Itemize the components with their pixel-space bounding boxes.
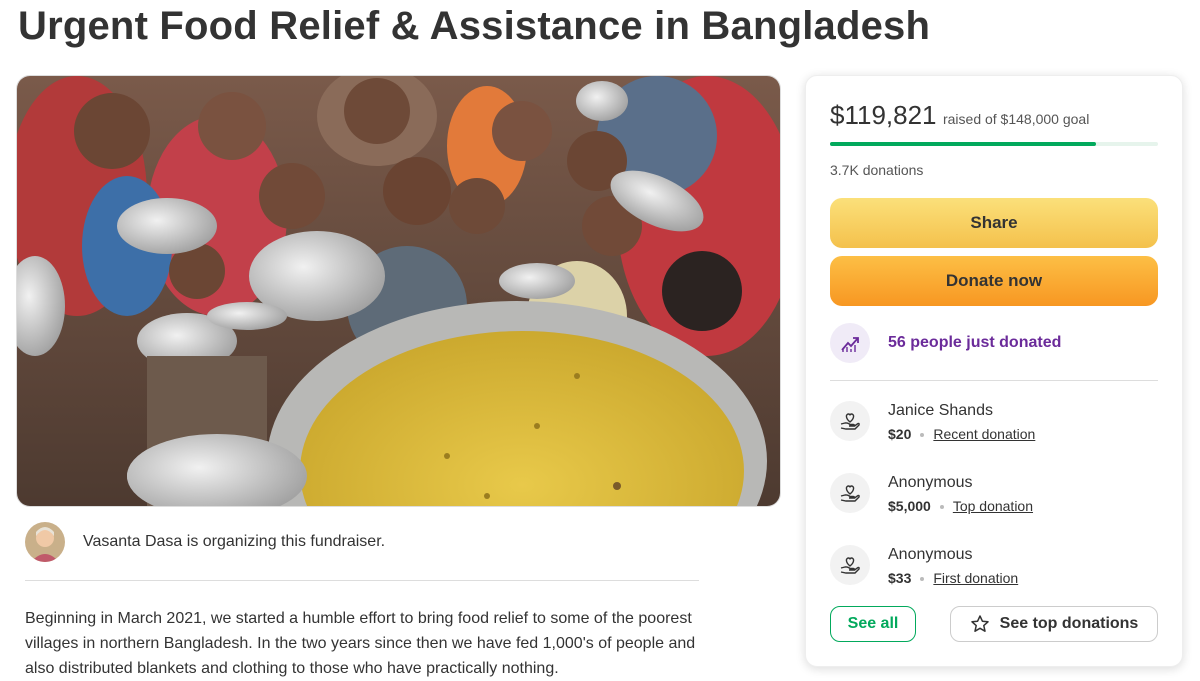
just-donated: 56 people just donated: [830, 323, 1061, 363]
trending-up-icon: [830, 323, 870, 363]
donations-count: 3.7K donations: [830, 162, 924, 178]
separator-dot: [920, 433, 925, 438]
hero-image: [16, 75, 781, 507]
progress-bar: [830, 142, 1158, 146]
page-title: Urgent Food Relief & Assistance in Bangl…: [18, 4, 931, 48]
progress-fill: [830, 142, 1096, 146]
see-top-donations-label: See top donations: [999, 615, 1139, 632]
raised-amount: $119,821: [830, 100, 937, 130]
star-icon: [970, 614, 990, 634]
donation-item: Anonymous $33 First donation: [830, 545, 1018, 588]
donor-name: Janice Shands: [888, 402, 993, 419]
just-donated-text: 56 people just donated: [888, 334, 1062, 351]
see-all-button[interactable]: See all: [830, 606, 916, 642]
see-top-donations-button[interactable]: See top donations: [950, 606, 1158, 642]
organizer-text: Vasanta Dasa is organizing this fundrais…: [83, 533, 386, 550]
raised-summary: $119,821 raised of $148,000 goal: [830, 100, 1089, 131]
donor-name: Anonymous: [888, 546, 973, 563]
organizer-avatar[interactable]: [25, 522, 65, 562]
story-text: Beginning in March 2021, we started a hu…: [25, 610, 696, 677]
divider: [830, 380, 1158, 381]
share-button[interactable]: Share: [830, 198, 1158, 248]
donation-item: Anonymous $5,000 Top donation: [830, 473, 1033, 516]
divider: [25, 580, 699, 581]
donation-amount: $5,000: [888, 498, 931, 514]
donation-card: $119,821 raised of $148,000 goal 3.7K do…: [805, 75, 1183, 667]
separator-dot: [920, 577, 925, 582]
goal-text: raised of $148,000 goal: [942, 111, 1090, 127]
separator-dot: [939, 505, 944, 510]
donation-tag-link[interactable]: Top donation: [953, 498, 1033, 514]
donor-name: Anonymous: [888, 474, 973, 491]
donation-item: Janice Shands $20 Recent donation: [830, 401, 1035, 444]
organizer: Vasanta Dasa is organizing this fundrais…: [25, 522, 385, 562]
donation-tag-link[interactable]: First donation: [933, 570, 1018, 586]
donation-amount: $20: [888, 426, 912, 442]
heart-hand-icon: [830, 545, 870, 585]
donation-amount: $33: [888, 570, 912, 586]
heart-hand-icon: [830, 401, 870, 441]
donation-tag-link[interactable]: Recent donation: [933, 426, 1035, 442]
donate-now-button[interactable]: Donate now: [830, 256, 1158, 306]
heart-hand-icon: [830, 473, 870, 513]
